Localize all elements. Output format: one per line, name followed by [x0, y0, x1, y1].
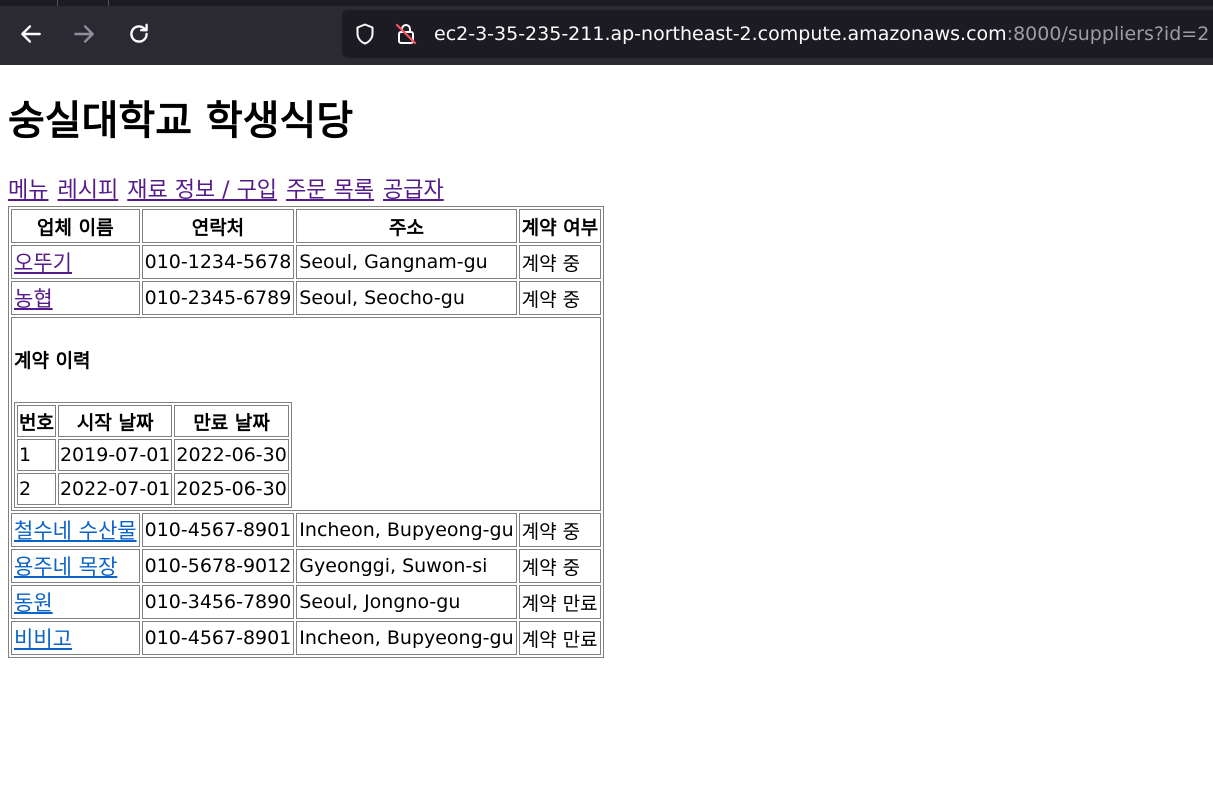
supplier-status: 계약 중 — [518, 513, 602, 547]
shield-icon[interactable] — [353, 22, 377, 46]
column-header-number: 번호 — [17, 405, 56, 437]
supplier-status: 계약 만료 — [518, 585, 602, 619]
url-text[interactable]: ec2-3-35-235-211.ap-northeast-2.compute.… — [434, 21, 1209, 47]
nav-link-ingredients[interactable]: 재료 정보 / 구입 — [127, 178, 277, 203]
supplier-phone: 010-3456-7890 — [141, 585, 295, 619]
browser-toolbar: ec2-3-35-235-211.ap-northeast-2.compute.… — [0, 0, 1213, 65]
table-row: 비비고 010-4567-8901 Incheon, Bupyeong-gu 계… — [11, 621, 602, 655]
suppliers-table: 업체 이름 연락처 주소 계약 여부 오뚜기 010-1234-5678 Seo… — [8, 206, 605, 658]
contract-end-date: 2022-06-30 — [174, 439, 289, 471]
contract-history-title: 계약 이력 — [14, 350, 91, 372]
column-header-start-date: 시작 날짜 — [57, 405, 173, 437]
contract-end-date: 2025-06-30 — [174, 473, 289, 505]
supplier-status: 계약 중 — [518, 549, 602, 583]
supplier-address: Incheon, Bupyeong-gu — [296, 513, 517, 547]
supplier-link[interactable]: 농협 — [14, 287, 53, 311]
supplier-address: Incheon, Bupyeong-gu — [296, 621, 517, 655]
nav-link-menu[interactable]: 메뉴 — [8, 178, 48, 203]
table-header-row: 업체 이름 연락처 주소 계약 여부 — [11, 209, 602, 243]
contract-history-table: 번호 시작 날짜 만료 날짜 1 2019-07-01 2022-06-30 2 — [14, 402, 292, 508]
column-header-phone: 연락처 — [141, 209, 295, 243]
nav-link-recipes[interactable]: 레시피 — [57, 178, 118, 203]
contract-start-date: 2019-07-01 — [57, 439, 173, 471]
contract-history-cell: 계약 이력 번호 시작 날짜 만료 날짜 1 2019-07-01 2022-0… — [11, 317, 602, 511]
supplier-status: 계약 중 — [518, 281, 602, 315]
contract-number: 1 — [17, 439, 56, 471]
table-row: 철수네 수산물 010-4567-8901 Incheon, Bupyeong-… — [11, 513, 602, 547]
supplier-status: 계약 만료 — [518, 621, 602, 655]
table-row: 2 2022-07-01 2025-06-30 — [17, 473, 289, 505]
supplier-phone: 010-1234-5678 — [141, 245, 295, 279]
table-row: 오뚜기 010-1234-5678 Seoul, Gangnam-gu 계약 중 — [11, 245, 602, 279]
address-bar[interactable]: ec2-3-35-235-211.ap-northeast-2.compute.… — [342, 10, 1213, 58]
supplier-link[interactable]: 동원 — [14, 591, 53, 615]
tab-separator — [108, 0, 109, 6]
column-header-status: 계약 여부 — [518, 209, 602, 243]
insecure-lock-icon[interactable] — [394, 22, 418, 46]
supplier-link[interactable]: 비비고 — [14, 627, 72, 651]
supplier-address: Seoul, Jongno-gu — [296, 585, 517, 619]
site-nav: 메뉴 레시피 재료 정보 / 구입 주문 목록 공급자 — [8, 176, 446, 206]
reload-icon — [130, 23, 148, 43]
tab-separator — [57, 0, 58, 6]
supplier-phone: 010-2345-6789 — [141, 281, 295, 315]
supplier-address: Seoul, Gangnam-gu — [296, 245, 517, 279]
table-row: 동원 010-3456-7890 Seoul, Jongno-gu 계약 만료 — [11, 585, 602, 619]
back-arrow-icon — [21, 25, 41, 43]
tab-strip — [0, 0, 1213, 6]
reload-button[interactable] — [123, 18, 155, 50]
supplier-name-cell: 철수네 수산물 — [11, 513, 140, 547]
supplier-name-cell: 농협 — [11, 281, 140, 315]
supplier-phone: 010-4567-8901 — [141, 513, 295, 547]
back-button[interactable] — [15, 18, 47, 50]
contract-number: 2 — [17, 473, 56, 505]
forward-button[interactable] — [68, 18, 100, 50]
supplier-name-cell: 오뚜기 — [11, 245, 140, 279]
nav-link-orders[interactable]: 주문 목록 — [286, 178, 374, 203]
supplier-link[interactable]: 철수네 수산물 — [14, 519, 137, 543]
url-path: :8000/suppliers?id=2 — [1006, 23, 1210, 45]
supplier-link[interactable]: 용주네 목장 — [14, 555, 117, 579]
supplier-name-cell: 용주네 목장 — [11, 549, 140, 583]
supplier-address: Gyeonggi, Suwon-si — [296, 549, 517, 583]
supplier-address: Seoul, Seocho-gu — [296, 281, 517, 315]
column-header-address: 주소 — [296, 209, 517, 243]
table-header-row: 번호 시작 날짜 만료 날짜 — [17, 405, 289, 437]
table-row: 농협 010-2345-6789 Seoul, Seocho-gu 계약 중 — [11, 281, 602, 315]
page-title: 숭실대학교 학생식당 — [8, 98, 354, 144]
supplier-name-cell: 비비고 — [11, 621, 140, 655]
supplier-status: 계약 중 — [518, 245, 602, 279]
nav-link-suppliers[interactable]: 공급자 — [383, 178, 444, 203]
supplier-phone: 010-4567-8901 — [141, 621, 295, 655]
supplier-name-cell: 동원 — [11, 585, 140, 619]
column-header-end-date: 만료 날짜 — [174, 405, 289, 437]
supplier-phone: 010-5678-9012 — [141, 549, 295, 583]
forward-arrow-icon — [74, 25, 94, 43]
table-row: 1 2019-07-01 2022-06-30 — [17, 439, 289, 471]
table-row: 용주네 목장 010-5678-9012 Gyeonggi, Suwon-si … — [11, 549, 602, 583]
contract-start-date: 2022-07-01 — [57, 473, 173, 505]
url-host: ec2-3-35-235-211.ap-northeast-2.compute.… — [434, 23, 1007, 45]
supplier-link[interactable]: 오뚜기 — [14, 251, 72, 275]
column-header-name: 업체 이름 — [11, 209, 140, 243]
contract-history-row: 계약 이력 번호 시작 날짜 만료 날짜 1 2019-07-01 2022-0… — [11, 317, 602, 511]
